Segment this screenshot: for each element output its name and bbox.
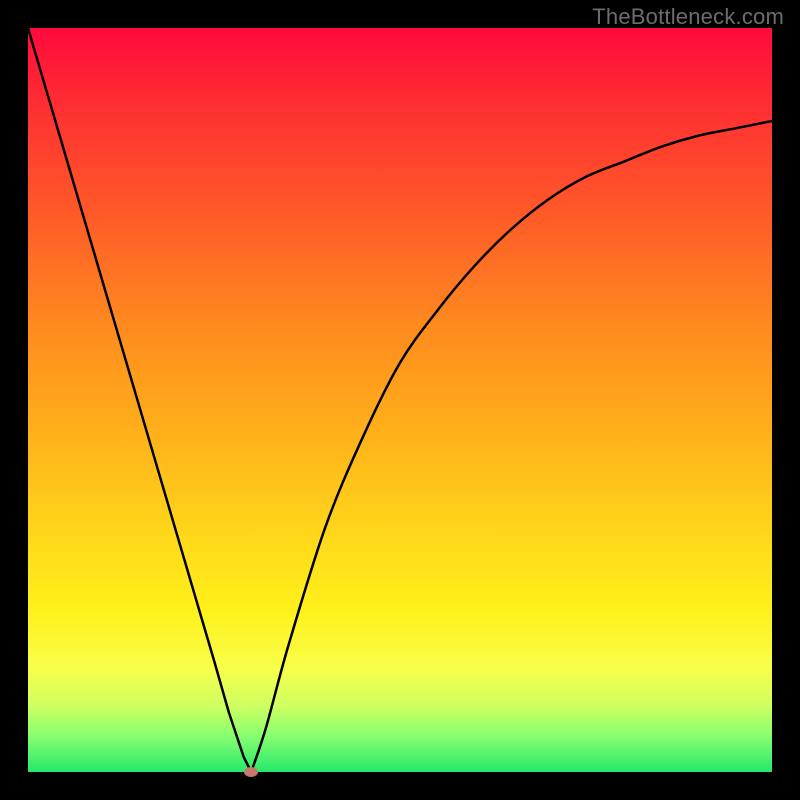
- plot-area: [28, 28, 772, 772]
- chart-frame: TheBottleneck.com: [0, 0, 800, 800]
- minimum-marker: [244, 767, 258, 777]
- bottleneck-curve: [28, 28, 772, 772]
- watermark-text: TheBottleneck.com: [592, 4, 784, 30]
